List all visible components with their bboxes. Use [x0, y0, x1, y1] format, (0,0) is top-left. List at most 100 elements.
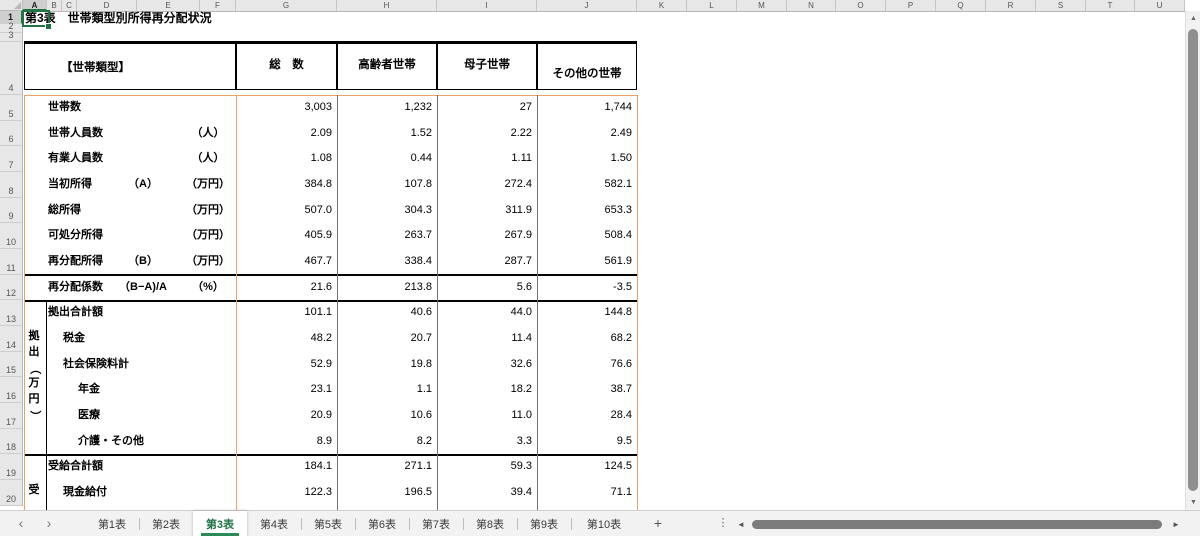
tab-menu-icon[interactable]: ⋮: [717, 511, 729, 536]
table-cell-value[interactable]: 38.7: [539, 377, 632, 403]
row-header-12[interactable]: 12: [0, 275, 23, 301]
column-header-J[interactable]: J: [537, 0, 637, 11]
sheet-tab-第7表[interactable]: 第7表: [409, 511, 463, 536]
table-header-label[interactable]: 【世帯類型】: [24, 43, 236, 90]
table-cell-value[interactable]: 561.9: [539, 249, 632, 275]
sheet-tab-第9表[interactable]: 第9表: [517, 511, 571, 536]
table-cell-value[interactable]: 21.6: [238, 275, 332, 301]
row-header-9[interactable]: 9: [0, 198, 23, 224]
column-header-C[interactable]: C: [62, 0, 77, 11]
table-cell-value[interactable]: 272.4: [439, 172, 532, 198]
column-header-N[interactable]: N: [787, 0, 836, 11]
row-label[interactable]: 受給合計額: [48, 454, 103, 480]
table-cell-value[interactable]: 8.2: [339, 429, 432, 455]
table-cell-value[interactable]: 11.0: [439, 403, 532, 429]
column-header-O[interactable]: O: [836, 0, 886, 11]
sheet-tab-第3表[interactable]: 第3表: [193, 511, 247, 536]
row-label[interactable]: 有業人員数: [48, 146, 103, 172]
vertical-scrollbar-thumb[interactable]: [1188, 29, 1198, 491]
table-cell-value[interactable]: 287.7: [439, 249, 532, 275]
row-header-20[interactable]: 20: [0, 480, 23, 506]
sheet-tab-第6表[interactable]: 第6表: [355, 511, 409, 536]
table-cell-value[interactable]: 32.6: [439, 352, 532, 378]
row-header-14[interactable]: 14: [0, 326, 23, 352]
table-header-total[interactable]: 総 数: [236, 43, 337, 90]
table-cell-value[interactable]: 213.8: [339, 275, 432, 301]
row-label[interactable]: 年金: [78, 377, 100, 403]
scroll-right-icon[interactable]: ►: [1172, 520, 1180, 529]
table-cell-value[interactable]: 184.1: [238, 454, 332, 480]
table-cell-value[interactable]: 68.2: [539, 326, 632, 352]
horizontal-scrollbar-thumb[interactable]: [752, 520, 1162, 529]
table-cell-value[interactable]: 405.9: [238, 223, 332, 249]
table-cell-value[interactable]: 9.5: [539, 429, 632, 455]
table-cell-value[interactable]: 8.9: [238, 429, 332, 455]
table-cell-value[interactable]: 1.1: [339, 377, 432, 403]
table-cell-value[interactable]: 124.5: [539, 454, 632, 480]
column-header-U[interactable]: U: [1135, 0, 1185, 11]
column-header-Q[interactable]: Q: [936, 0, 986, 11]
row-header-6[interactable]: 6: [0, 121, 23, 147]
prev-sheet-icon[interactable]: ‹: [12, 511, 30, 536]
table-cell-value[interactable]: 18.2: [439, 377, 532, 403]
column-header-I[interactable]: I: [437, 0, 537, 11]
scroll-left-icon[interactable]: ◄: [737, 520, 745, 529]
table-cell-value[interactable]: 2.49: [539, 121, 632, 147]
row-header-16[interactable]: 16: [0, 377, 23, 403]
row-header-5[interactable]: 5: [0, 95, 23, 121]
next-sheet-icon[interactable]: ›: [40, 511, 58, 536]
sheet-tab-第8表[interactable]: 第8表: [463, 511, 517, 536]
table-cell-value[interactable]: 384.8: [238, 172, 332, 198]
table-cell-value[interactable]: 2.09: [238, 121, 332, 147]
table-cell-value[interactable]: 507.0: [238, 198, 332, 224]
table-cell-value[interactable]: 52.9: [238, 352, 332, 378]
row-header-7[interactable]: 7: [0, 146, 23, 172]
sheet-tab-第2表[interactable]: 第2表: [139, 511, 193, 536]
table-cell-value[interactable]: 23.1: [238, 377, 332, 403]
select-all-corner[interactable]: [0, 0, 23, 11]
scroll-up-icon[interactable]: ▲: [1186, 11, 1200, 26]
table-cell-value[interactable]: 1.50: [539, 146, 632, 172]
scroll-down-icon[interactable]: ▼: [1186, 495, 1200, 510]
table-cell-value[interactable]: 20.9: [238, 403, 332, 429]
row-label[interactable]: 可処分所得: [48, 223, 103, 249]
row-header-19[interactable]: 19: [0, 454, 23, 480]
table-cell-value[interactable]: 39.4: [439, 480, 532, 506]
row-label[interactable]: 世帯数: [48, 95, 81, 121]
table-cell-value[interactable]: 76.6: [539, 352, 632, 378]
column-header-H[interactable]: H: [337, 0, 437, 11]
table-cell-value[interactable]: 196.5: [339, 480, 432, 506]
table-cell-value[interactable]: 122.3: [238, 480, 332, 506]
table-cell-value[interactable]: 1.52: [339, 121, 432, 147]
sheet-tab-第4表[interactable]: 第4表: [247, 511, 301, 536]
table-cell-value[interactable]: 3.3: [439, 429, 532, 455]
row-header-8[interactable]: 8: [0, 172, 23, 198]
table-cell-value[interactable]: 11.4: [439, 326, 532, 352]
table-cell-value[interactable]: 144.8: [539, 300, 632, 326]
table-header-elderly[interactable]: 高齢者世帯: [337, 43, 437, 90]
row-label[interactable]: 社会保険料計: [63, 352, 129, 378]
row-header-18[interactable]: 18: [0, 429, 23, 455]
table-cell-value[interactable]: 107.8: [339, 172, 432, 198]
table-cell-value[interactable]: 311.9: [439, 198, 532, 224]
row-header-3[interactable]: 3: [0, 33, 23, 42]
table-cell-value[interactable]: 582.1: [539, 172, 632, 198]
row-header-4[interactable]: 4: [0, 42, 23, 95]
column-header-F[interactable]: F: [200, 0, 236, 11]
sheet-tab-第5表[interactable]: 第5表: [301, 511, 355, 536]
row-label[interactable]: 再分配係数: [48, 275, 103, 301]
table-cell-value[interactable]: 338.4: [339, 249, 432, 275]
column-header-K[interactable]: K: [637, 0, 687, 11]
column-header-S[interactable]: S: [1036, 0, 1086, 11]
table-cell-value[interactable]: 467.7: [238, 249, 332, 275]
table-cell-value[interactable]: 508.4: [539, 223, 632, 249]
column-header-T[interactable]: T: [1086, 0, 1135, 11]
table-cell-value[interactable]: 44.0: [439, 300, 532, 326]
row-label[interactable]: 現金給付: [63, 480, 107, 506]
column-header-R[interactable]: R: [986, 0, 1036, 11]
table-cell-value[interactable]: 0.44: [339, 146, 432, 172]
row-label[interactable]: 総所得: [48, 198, 81, 224]
table-cell-value[interactable]: 10.6: [339, 403, 432, 429]
add-sheet-button[interactable]: +: [648, 511, 668, 536]
table-cell-value[interactable]: 28.4: [539, 403, 632, 429]
